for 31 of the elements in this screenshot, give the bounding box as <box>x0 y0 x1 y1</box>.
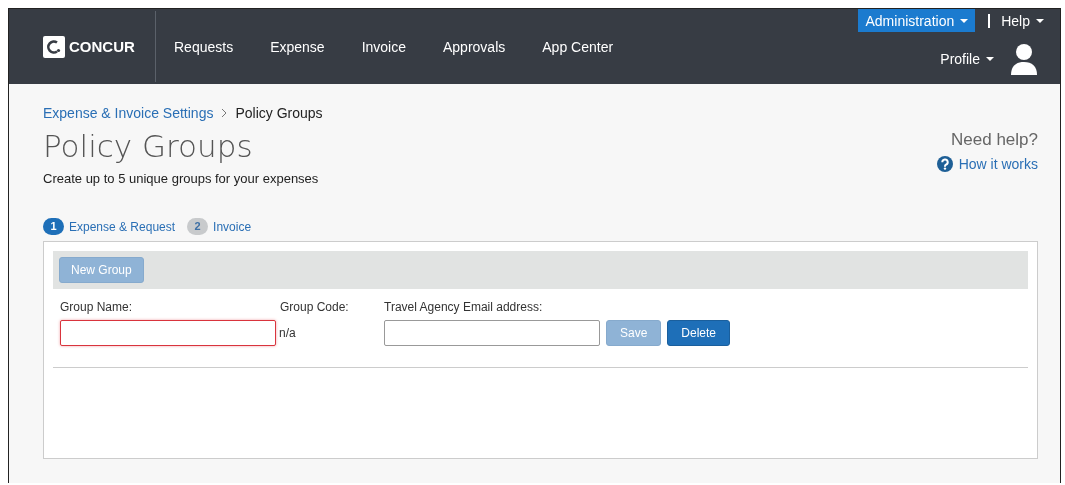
step-tab[interactable]: 2 Invoice <box>187 218 252 235</box>
field-label: Group Code: <box>280 300 350 315</box>
logo-text: CONCUR <box>69 38 135 55</box>
nav-link[interactable]: Approvals <box>443 38 506 55</box>
breadcrumb-current: Policy Groups <box>235 105 323 121</box>
caret-icon <box>960 18 969 23</box>
breadcrumb-link[interactable]: Expense & Invoice Settings <box>43 105 214 121</box>
delete-button[interactable]: Delete <box>667 320 731 346</box>
field-label: Travel Agency Email address: <box>384 300 544 315</box>
avatar-icon <box>1010 42 1038 76</box>
nav-link[interactable]: Requests <box>174 38 234 55</box>
nav-link[interactable]: Expense <box>270 38 325 55</box>
help-heading: Need help? <box>950 130 1038 150</box>
page-subtitle: Create up to 5 unique groups for your expenses <box>43 171 320 186</box>
profile-menu[interactable]: Profile <box>940 51 994 67</box>
help-menu[interactable]: Help <box>1001 12 1060 29</box>
chevron-icon <box>221 108 228 118</box>
logo-icon <box>43 35 65 58</box>
group-name-field[interactable] <box>60 320 276 346</box>
email-field[interactable] <box>384 320 600 346</box>
caret-icon <box>986 57 994 61</box>
step-tab[interactable]: 1 Expense & Request <box>43 218 176 235</box>
field-label: Group Name: <box>60 300 134 315</box>
group-code-value: n/a <box>279 325 297 342</box>
page-title: Policy Groups <box>43 127 254 165</box>
administration-menu[interactable]: Administration <box>857 9 976 32</box>
nav-link[interactable]: Invoice <box>361 38 406 55</box>
how-it-works-link[interactable]: How it works <box>958 156 1038 172</box>
caret-icon <box>1036 18 1044 23</box>
nav-link[interactable]: App Center <box>542 38 614 55</box>
help-icon <box>936 156 953 172</box>
